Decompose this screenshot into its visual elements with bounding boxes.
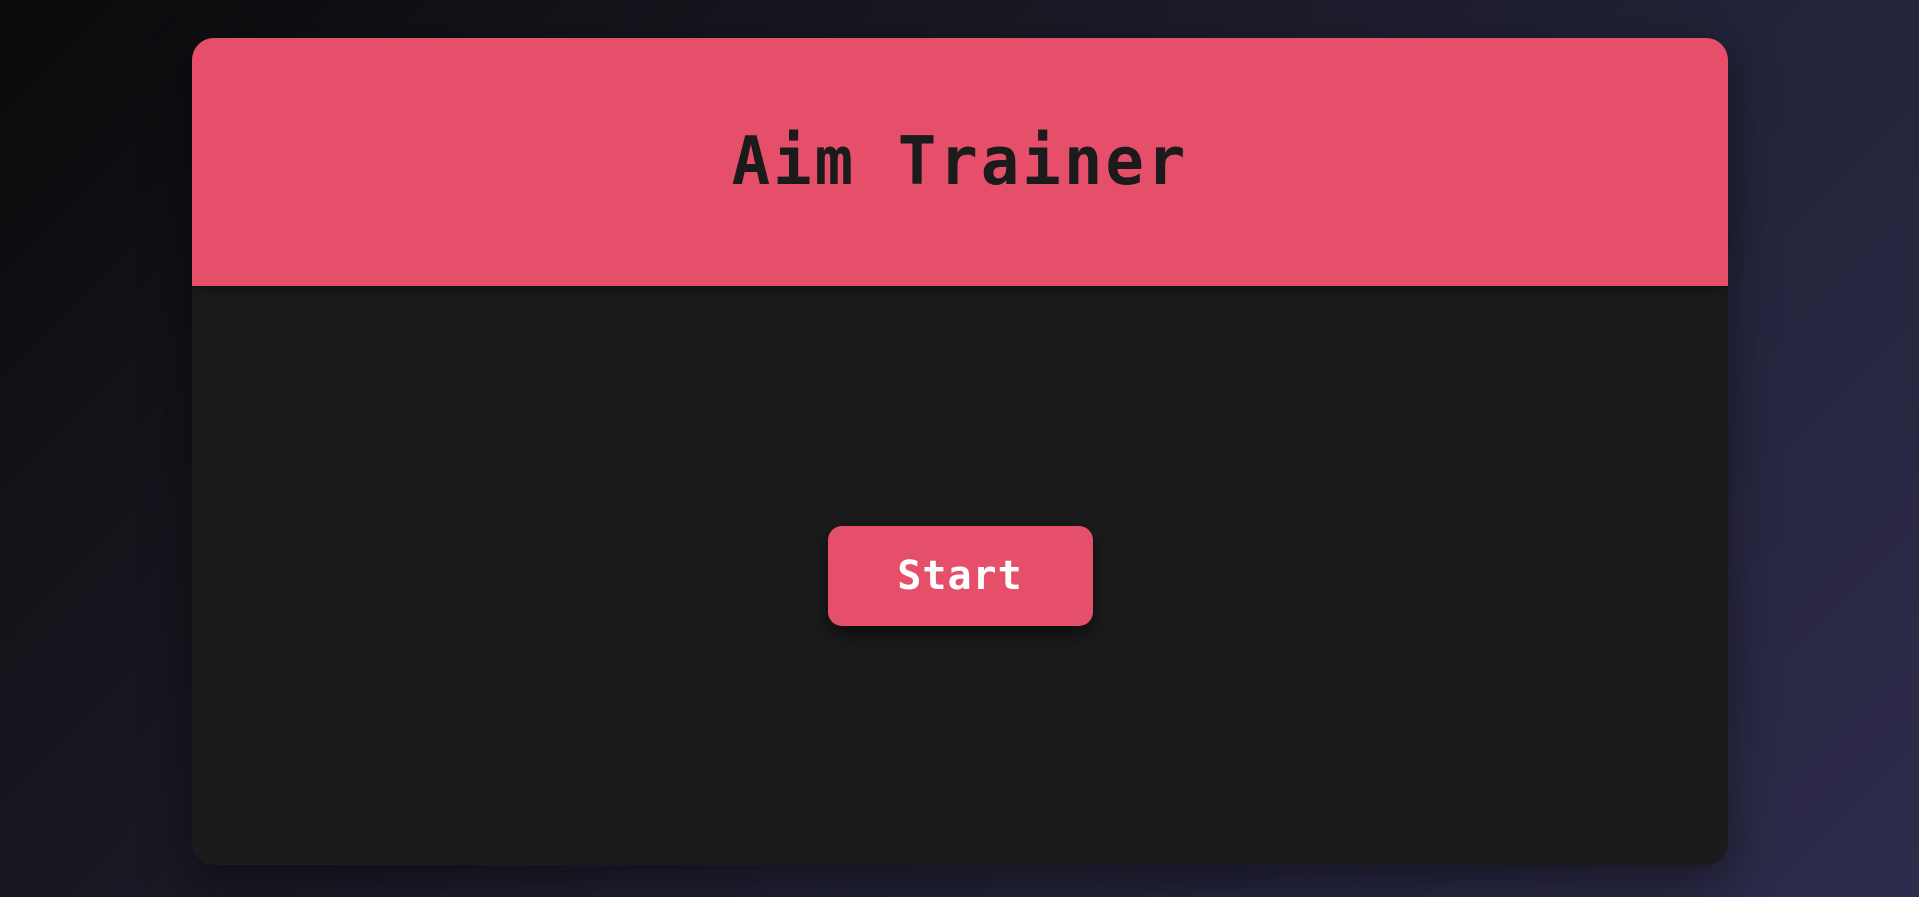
card-header: Aim Trainer: [192, 38, 1728, 286]
start-button[interactable]: Start: [827, 525, 1093, 626]
page-title: Aim Trainer: [731, 123, 1189, 201]
game-card: Aim Trainer Start: [192, 38, 1728, 865]
game-area: Start: [192, 286, 1728, 865]
